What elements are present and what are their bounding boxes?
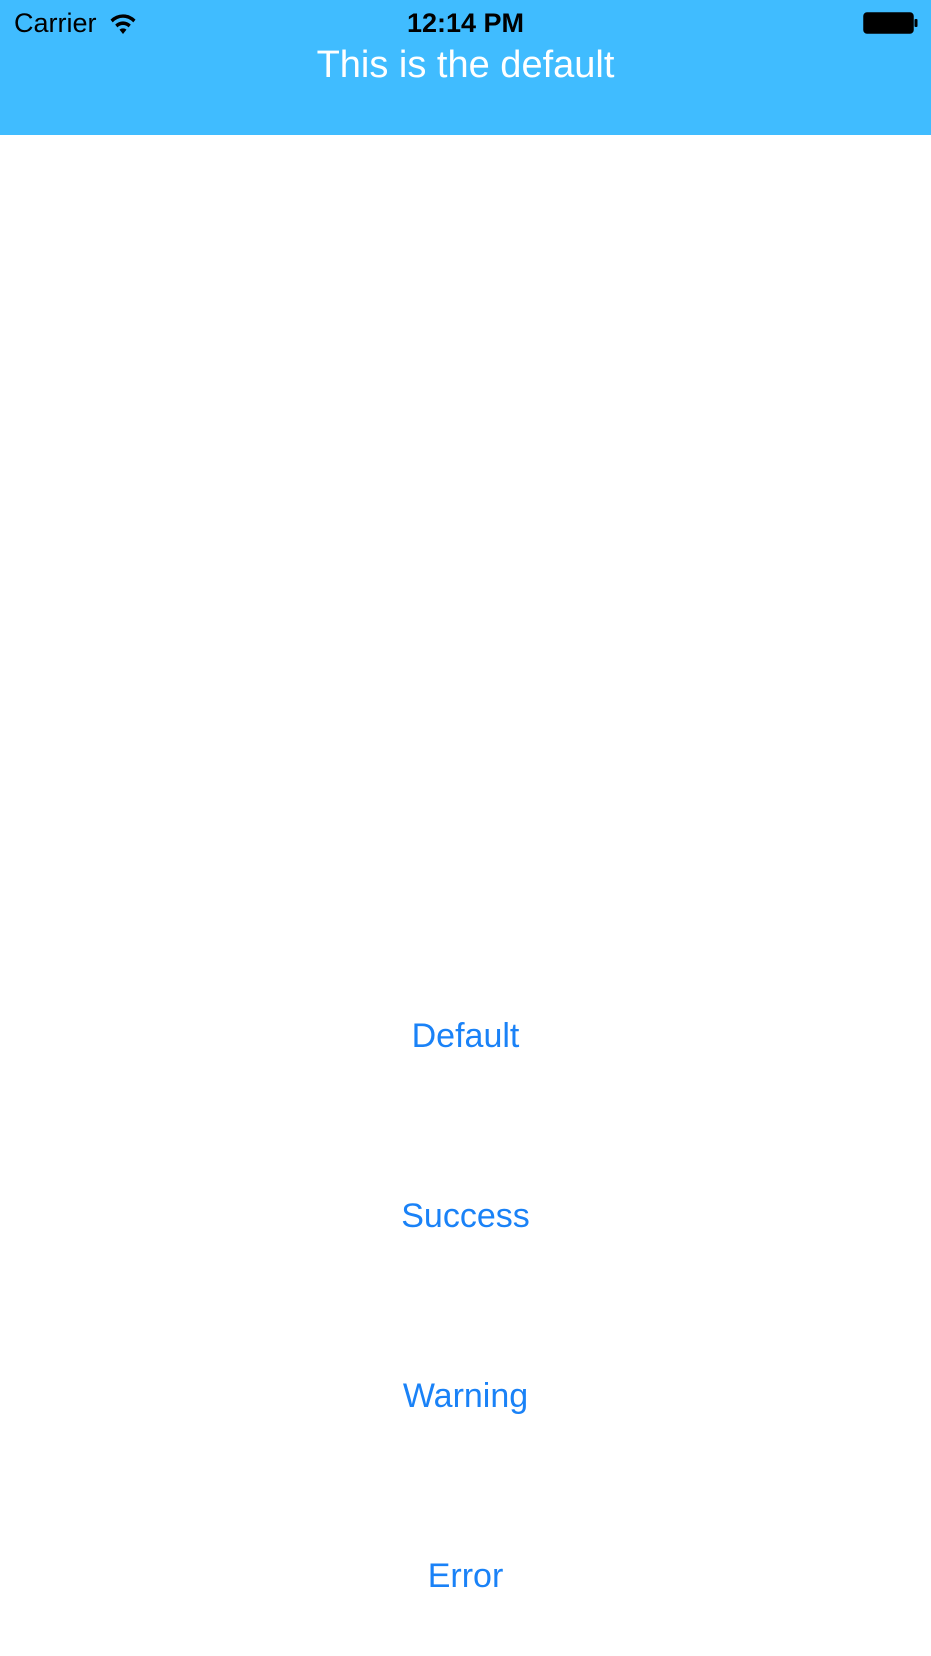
warning-button[interactable]: Warning	[0, 1377, 931, 1416]
notification-banner: Carrier 12:14 PM This is the default	[0, 0, 931, 135]
banner-title: This is the default	[316, 44, 615, 86]
battery-icon	[863, 12, 918, 34]
error-button[interactable]: Error	[0, 1557, 931, 1596]
success-button[interactable]: Success	[0, 1197, 931, 1236]
status-bar: Carrier 12:14 PM	[0, 0, 931, 46]
default-button[interactable]: Default	[0, 1017, 931, 1056]
status-time: 12:14 PM	[406, 8, 525, 38]
